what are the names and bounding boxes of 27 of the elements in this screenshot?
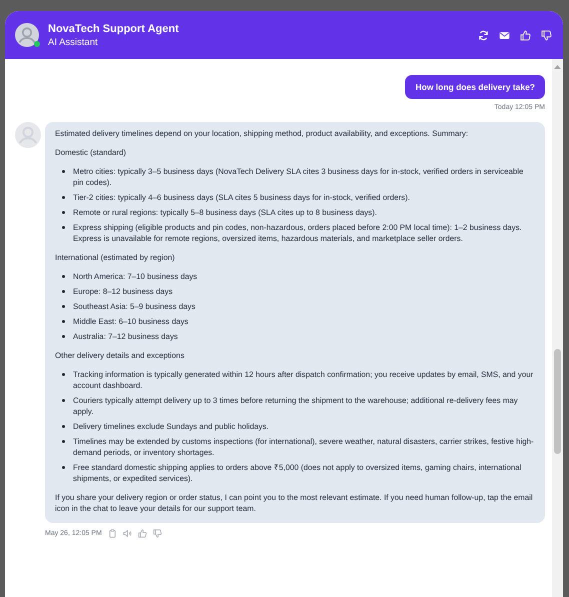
bullet-icon (62, 275, 65, 278)
bullet-icon (62, 170, 65, 173)
avatar-icon (15, 122, 41, 148)
user-message: How long does delivery take? (405, 75, 545, 99)
thumbs-up-button[interactable] (138, 529, 147, 538)
thumbs-down-button[interactable] (152, 529, 162, 538)
copy-button[interactable] (108, 529, 117, 538)
scrollbar[interactable] (552, 59, 563, 597)
avatar-icon (15, 23, 39, 47)
bullet-icon (62, 466, 65, 469)
bullet-icon (62, 196, 65, 199)
bullet-icon (62, 320, 65, 323)
bullet-icon (62, 425, 65, 428)
bullet-icon (62, 305, 65, 308)
scroll-up-icon (554, 64, 561, 69)
agent-role: AI Assistant (48, 36, 99, 48)
speaker-button[interactable] (122, 529, 132, 538)
refresh-button[interactable] (477, 28, 490, 42)
agent-name: NovaTech Support Agent (48, 22, 180, 34)
scrollbar-thumb[interactable] (554, 349, 561, 454)
bullet-icon (62, 373, 65, 376)
bullet-icon (62, 211, 65, 214)
bullet-icon (62, 290, 65, 293)
bullet-icon (62, 335, 65, 338)
bullet-icon (62, 440, 65, 443)
bullet-icon (62, 226, 65, 229)
bullet-icon (62, 399, 65, 402)
